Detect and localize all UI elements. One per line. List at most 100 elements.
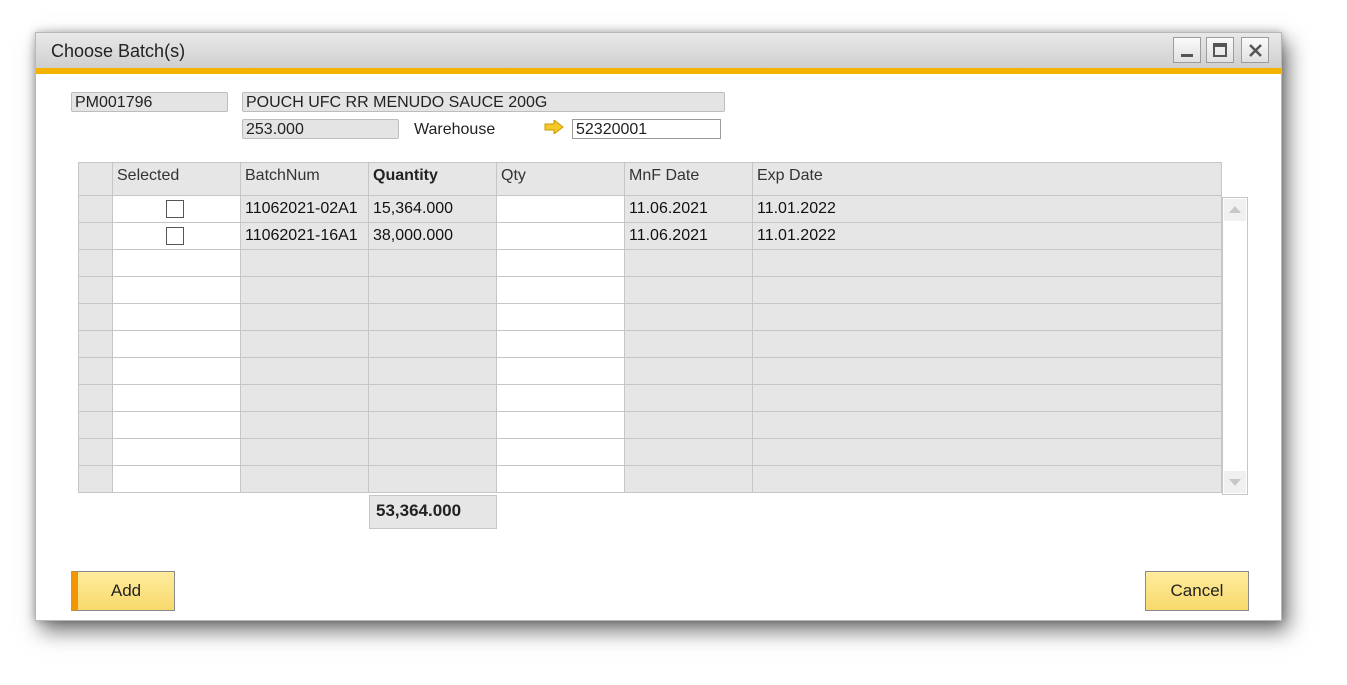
exp-date-cell: 11.01.2022 <box>753 196 1222 223</box>
qty-cell[interactable] <box>497 304 625 331</box>
qty-cell[interactable] <box>497 385 625 412</box>
quantity-cell: 38,000.000 <box>369 223 497 250</box>
quantity-field: 253.000 <box>242 119 399 139</box>
selected-cell[interactable] <box>113 304 241 331</box>
qty-cell[interactable] <box>497 331 625 358</box>
qty-cell[interactable] <box>497 412 625 439</box>
maximize-icon[interactable] <box>1206 37 1234 63</box>
exp-date-cell <box>753 385 1222 412</box>
selected-cell[interactable] <box>113 439 241 466</box>
quantity-cell <box>369 304 497 331</box>
batchnum-cell <box>241 412 369 439</box>
row-header[interactable] <box>78 250 113 277</box>
mnf-date-cell <box>625 358 753 385</box>
batchnum-cell <box>241 385 369 412</box>
selected-cell[interactable] <box>113 250 241 277</box>
mnf-date-cell <box>625 304 753 331</box>
row-header[interactable] <box>78 196 113 223</box>
column-header-batchnum[interactable]: BatchNum <box>241 162 369 196</box>
batchnum-cell: 11062021-16A1 <box>241 223 369 250</box>
mnf-date-cell <box>625 277 753 304</box>
mnf-date-cell: 11.06.2021 <box>625 223 753 250</box>
choose-batch-window: Choose Batch(s) PM001796 POUCH UFC RR ME… <box>35 32 1282 621</box>
quantity-cell <box>369 439 497 466</box>
row-header[interactable] <box>78 277 113 304</box>
mnf-date-cell <box>625 385 753 412</box>
batchnum-cell <box>241 439 369 466</box>
qty-cell[interactable] <box>497 439 625 466</box>
quantity-cell <box>369 358 497 385</box>
selected-cell[interactable] <box>113 331 241 358</box>
total-quantity: 53,364.000 <box>369 495 497 529</box>
column-header-quantity[interactable]: Quantity <box>369 162 497 196</box>
mnf-date-cell: 11.06.2021 <box>625 196 753 223</box>
mnf-date-cell <box>625 439 753 466</box>
selected-cell[interactable] <box>113 385 241 412</box>
select-batch-checkbox[interactable] <box>166 227 184 245</box>
add-button[interactable]: Add <box>71 571 175 611</box>
quantity-cell <box>369 412 497 439</box>
item-code-field: PM001796 <box>71 92 228 112</box>
row-header[interactable] <box>78 466 113 493</box>
qty-cell[interactable] <box>497 196 625 223</box>
window-title: Choose Batch(s) <box>51 41 186 61</box>
quantity-cell <box>369 277 497 304</box>
qty-cell[interactable] <box>497 223 625 250</box>
warehouse-field[interactable]: 52320001 <box>572 119 721 139</box>
batchnum-cell <box>241 466 369 493</box>
column-header-selected[interactable]: Selected <box>113 162 241 196</box>
batchnum-cell <box>241 331 369 358</box>
row-header[interactable] <box>78 412 113 439</box>
row-header[interactable] <box>78 385 113 412</box>
row-header[interactable] <box>78 331 113 358</box>
column-header-exp-date[interactable]: Exp Date <box>753 162 1222 196</box>
row-header-corner <box>78 162 113 196</box>
qty-cell[interactable] <box>497 250 625 277</box>
warehouse-label: Warehouse <box>414 121 496 138</box>
quantity-cell <box>369 466 497 493</box>
mnf-date-cell <box>625 331 753 358</box>
row-header[interactable] <box>78 304 113 331</box>
column-header-qty[interactable]: Qty <box>497 162 625 196</box>
row-header[interactable] <box>78 223 113 250</box>
quantity-cell <box>369 331 497 358</box>
selected-cell[interactable] <box>113 466 241 493</box>
batchnum-cell <box>241 304 369 331</box>
batchnum-cell <box>241 250 369 277</box>
qty-cell[interactable] <box>497 466 625 493</box>
selected-cell[interactable] <box>113 277 241 304</box>
quantity-cell: 15,364.000 <box>369 196 497 223</box>
exp-date-cell <box>753 439 1222 466</box>
exp-date-cell <box>753 358 1222 385</box>
exp-date-cell <box>753 277 1222 304</box>
exp-date-cell <box>753 331 1222 358</box>
exp-date-cell <box>753 250 1222 277</box>
minimize-icon[interactable] <box>1173 37 1201 63</box>
selected-cell[interactable] <box>113 358 241 385</box>
column-header-mnf-date[interactable]: MnF Date <box>625 162 753 196</box>
scroll-down-icon[interactable] <box>1224 471 1246 493</box>
mnf-date-cell <box>625 250 753 277</box>
qty-cell[interactable] <box>497 358 625 385</box>
selected-cell[interactable] <box>113 412 241 439</box>
exp-date-cell <box>753 412 1222 439</box>
exp-date-cell <box>753 466 1222 493</box>
table-scrollbar[interactable] <box>1222 197 1248 495</box>
item-description-field: POUCH UFC RR MENUDO SAUCE 200G <box>242 92 725 112</box>
scroll-up-icon[interactable] <box>1224 199 1246 221</box>
exp-date-cell <box>753 304 1222 331</box>
quantity-cell <box>369 385 497 412</box>
cancel-button[interactable]: Cancel <box>1145 571 1249 611</box>
selected-cell[interactable] <box>113 223 241 250</box>
select-batch-checkbox[interactable] <box>166 200 184 218</box>
exp-date-cell: 11.01.2022 <box>753 223 1222 250</box>
row-header[interactable] <box>78 358 113 385</box>
selected-cell[interactable] <box>113 196 241 223</box>
close-icon[interactable] <box>1241 37 1269 63</box>
link-arrow-icon[interactable] <box>544 118 564 139</box>
batchnum-cell <box>241 358 369 385</box>
qty-cell[interactable] <box>497 277 625 304</box>
row-header[interactable] <box>78 439 113 466</box>
quantity-cell <box>369 250 497 277</box>
batchnum-cell: 11062021-02A1 <box>241 196 369 223</box>
